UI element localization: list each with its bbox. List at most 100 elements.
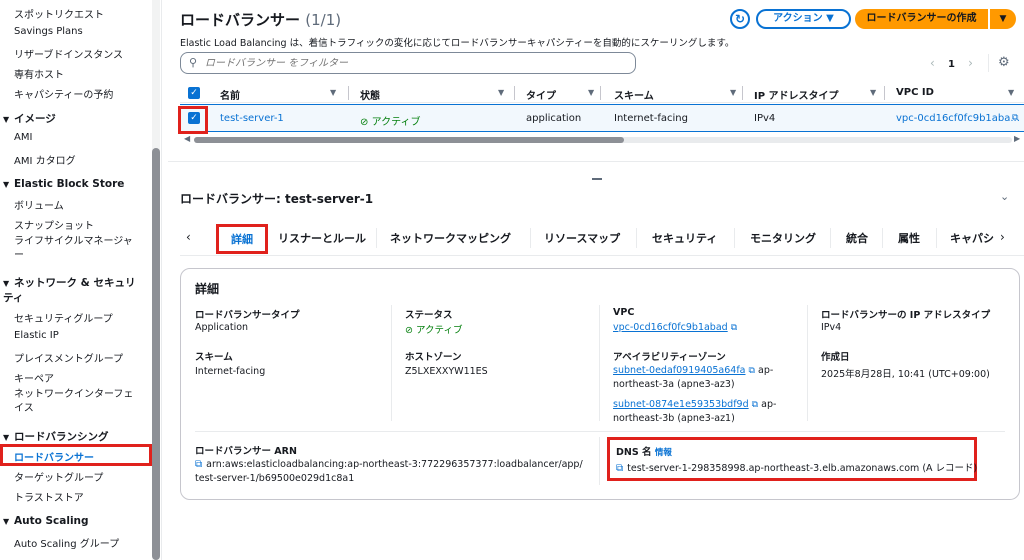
tab-divider	[636, 228, 637, 248]
chevron-right-icon[interactable]: ›	[1000, 230, 1005, 244]
sidebar-item-trust-stores[interactable]: トラストストア	[14, 489, 84, 504]
sidebar-item-load-balancers[interactable]: ロードバランサー	[0, 444, 152, 466]
split-drag-handle[interactable]	[592, 178, 602, 180]
sidebar-section-network[interactable]: ▼ ネットワーク & セキュリティ	[3, 276, 143, 305]
subnet1-link[interactable]: subnet-0edaf0919405a64fa	[613, 365, 746, 376]
column-divider	[884, 86, 885, 100]
sidebar-item-lifecycle-manager[interactable]: ライフサイクルマネージャー	[14, 235, 142, 263]
copy-icon[interactable]: ⧉	[195, 459, 202, 470]
column-header-ip-type[interactable]: IP アドレスタイプ ▼	[754, 87, 876, 102]
sort-icon: ▼	[730, 88, 737, 97]
copy-icon[interactable]: ⧉	[616, 463, 623, 474]
create-load-balancer-button[interactable]: ロードバランサーの作成	[855, 9, 988, 29]
tab-divider	[882, 228, 883, 248]
selection-highlight	[178, 106, 208, 134]
refresh-icon: ↻	[734, 12, 746, 26]
vpc-label: VPC	[613, 307, 635, 318]
chevron-left-icon[interactable]: ‹	[186, 230, 191, 244]
sidebar-section-load-balancing[interactable]: ▼ ロードバランシング	[3, 429, 109, 444]
tab-resource-map[interactable]: リソースマップ	[544, 230, 620, 246]
load-balancer-list-panel: ロードバランサー (1/1) Elastic Load Balancing は、…	[168, 0, 1024, 162]
dns-value: ⧉ test-server-1-298358998.ap-northeast-3.…	[616, 460, 977, 474]
caret-down-icon: ▼	[3, 115, 10, 124]
scheme-label: スキーム	[195, 352, 233, 363]
subnet2-link[interactable]: subnet-0874e1e59353bdf9d	[613, 399, 749, 410]
page-description: Elastic Load Balancing は、着信トラフィックの変化に応じて…	[180, 38, 735, 49]
table-row[interactable]: ✓ test-server-1 ⊘ アクティブ application Inte…	[180, 104, 1024, 132]
hosted-zone-label: ホストゾーン	[405, 352, 462, 363]
page-title: ロードバランサー (1/1)	[180, 9, 341, 30]
sidebar-item-auto-scaling-groups[interactable]: Auto Scaling グループ	[14, 535, 119, 550]
section-divider	[195, 431, 1005, 432]
sidebar-item-capacity-reservations[interactable]: キャパシティーの予約	[14, 86, 113, 101]
tab-security[interactable]: セキュリティ	[652, 230, 717, 246]
sidebar-section-ebs[interactable]: ▼ Elastic Block Store	[3, 178, 124, 190]
info-link[interactable]: 情報	[655, 448, 672, 458]
scrollbar-thumb[interactable]	[194, 137, 624, 143]
lb-type-label: ロードバランサータイプ	[195, 310, 300, 321]
created-value: 2025年8月28日, 10:41 (UTC+09:00)	[821, 369, 990, 380]
previous-page-icon[interactable]: ‹	[930, 56, 935, 70]
sidebar-scrollbar-thumb[interactable]	[152, 148, 160, 560]
sidebar-section-auto-scaling[interactable]: ▼ Auto Scaling	[3, 515, 89, 527]
gear-icon[interactable]: ⚙	[998, 55, 1010, 70]
tab-divider	[734, 228, 735, 248]
table-horizontal-scrollbar[interactable]	[194, 137, 1012, 143]
filter-input[interactable]	[205, 55, 625, 71]
sidebar-section-images[interactable]: ▼ イメージ	[3, 111, 56, 126]
caret-down-icon: ▼	[3, 517, 10, 526]
tab-divider	[936, 228, 937, 248]
row-vpc-link[interactable]: vpc-0cd16cf0fc9b1aba...	[896, 113, 1020, 124]
sidebar-item-elastic-ip[interactable]: Elastic IP	[14, 330, 59, 341]
az2-value: subnet-0874e1e59353bdf9d ⧉ ap-northeast-…	[613, 398, 783, 426]
tab-network-mapping[interactable]: ネットワークマッピング	[390, 230, 511, 246]
chevron-down-icon[interactable]: ⌄	[1000, 190, 1009, 203]
sidebar-item-security-groups[interactable]: セキュリティグループ	[14, 310, 113, 325]
column-divider	[599, 437, 600, 485]
status-value: ⊘ アクティブ	[405, 322, 462, 336]
sidebar-item-ami-catalog[interactable]: AMI カタログ	[14, 152, 76, 167]
sidebar-item-savings-plans[interactable]: Savings Plans	[14, 26, 83, 37]
sidebar-item-dedicated-hosts[interactable]: 専有ホスト	[14, 66, 64, 81]
caret-down-icon: ▼	[999, 14, 1007, 24]
vpc-value: vpc-0cd16cf0fc9b1abad ⧉	[613, 322, 737, 333]
column-header-scheme[interactable]: スキーム ▼	[614, 87, 736, 102]
check-circle-icon: ⊘	[360, 117, 369, 128]
tab-attributes[interactable]: 属性	[898, 230, 920, 246]
column-header-type[interactable]: タイプ ▼	[526, 87, 594, 102]
main-content: ロードバランサー (1/1) Elastic Load Balancing は、…	[168, 0, 1024, 560]
dns-text: test-server-1-298358998.ap-northeast-3.e…	[627, 463, 978, 474]
column-header-state[interactable]: 状態 ▼	[360, 87, 504, 102]
tab-capacity[interactable]: キャパシ	[950, 230, 996, 246]
section-label: ロードバランシング	[14, 431, 109, 443]
sidebar-item-ami[interactable]: AMI	[14, 132, 32, 143]
select-all-checkbox[interactable]: ✓	[188, 87, 200, 99]
title-text: ロードバランサー	[180, 11, 301, 29]
sidebar-item-spot-requests[interactable]: スポットリクエスト	[14, 6, 104, 21]
sidebar-item-snapshots[interactable]: スナップショット	[14, 217, 94, 232]
az-label: アベイラビリティーゾーン	[613, 352, 726, 363]
column-header-name[interactable]: 名前 ▼	[220, 87, 336, 102]
refresh-button[interactable]: ↻	[730, 9, 750, 29]
vpc-link[interactable]: vpc-0cd16cf0fc9b1abad	[613, 322, 728, 333]
create-dropdown-button[interactable]: ▼	[990, 9, 1016, 29]
column-label: IP アドレスタイプ	[754, 91, 839, 102]
sidebar-item-target-groups[interactable]: ターゲットグループ	[14, 469, 103, 484]
column-header-vpc-id[interactable]: VPC ID ▼	[896, 87, 1014, 98]
sidebar-item-key-pairs[interactable]: キーペア	[14, 370, 54, 385]
page-number[interactable]: 1	[948, 59, 955, 70]
sidebar-item-reserved-instances[interactable]: リザーブドインスタンス	[14, 46, 123, 61]
sidebar-item-placement-groups[interactable]: プレイスメントグループ	[14, 350, 123, 365]
tab-details[interactable]: 詳細	[216, 224, 268, 254]
scroll-left-icon[interactable]: ◀	[184, 134, 190, 143]
tab-listeners-rules[interactable]: リスナーとルール	[278, 230, 366, 246]
sidebar-item-volumes[interactable]: ボリューム	[14, 197, 64, 212]
actions-button[interactable]: アクション ▼	[756, 9, 851, 29]
row-name-link[interactable]: test-server-1	[220, 113, 284, 124]
scroll-right-icon[interactable]: ▶	[1014, 134, 1020, 143]
tab-monitoring[interactable]: モニタリング	[750, 230, 816, 246]
next-page-icon[interactable]: ›	[968, 56, 973, 70]
section-label: イメージ	[14, 113, 56, 125]
tab-integrations[interactable]: 統合	[846, 230, 868, 246]
sidebar-item-network-interfaces[interactable]: ネットワークインターフェイス	[14, 388, 142, 416]
